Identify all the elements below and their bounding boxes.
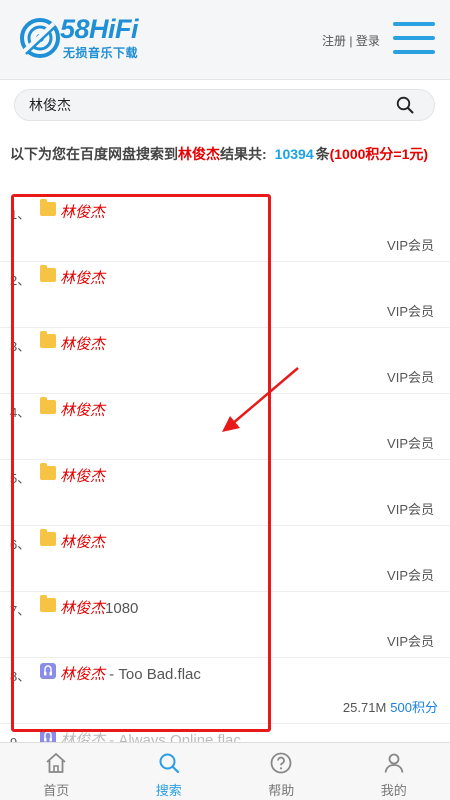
result-suffix: 1080 bbox=[105, 600, 139, 617]
result-meta: VIP会员 bbox=[387, 367, 438, 386]
hamburger-menu-icon[interactable] bbox=[393, 20, 435, 56]
result-suffix: - Too Bad.flac bbox=[105, 666, 201, 683]
bottom-nav: 首页 搜索 帮助 我的 bbox=[0, 742, 450, 800]
search-icon bbox=[159, 753, 179, 774]
result-title-link[interactable]: 林俊杰 bbox=[60, 333, 105, 354]
result-keyword: 林俊杰 bbox=[60, 204, 106, 221]
result-row[interactable]: 8、 林俊杰 - Too Bad.flac 25.71M 500积分 bbox=[0, 658, 450, 724]
result-row[interactable]: 2、 林俊杰 VIP会员 bbox=[0, 262, 450, 328]
summary-unit: 条 bbox=[315, 146, 330, 162]
help-icon bbox=[270, 752, 292, 774]
result-row[interactable]: 3、 林俊杰 VIP会员 bbox=[0, 328, 450, 394]
logo-title: 58HiFi bbox=[60, 14, 139, 44]
result-index: 5、 bbox=[10, 471, 31, 486]
result-index: 8、 bbox=[10, 669, 31, 684]
result-tag: 25.71M bbox=[342, 700, 387, 715]
search-input[interactable] bbox=[29, 90, 389, 120]
result-meta: VIP会员 bbox=[387, 499, 438, 518]
nav-item-search[interactable]: 搜索 bbox=[113, 743, 226, 800]
result-title-link[interactable]: 林俊杰 bbox=[60, 399, 105, 420]
folder-icon bbox=[40, 199, 56, 216]
nav-label: 搜索 bbox=[155, 783, 182, 798]
result-title-link[interactable]: 林俊杰 - Too Bad.flac bbox=[60, 663, 201, 684]
result-index: 1、 bbox=[10, 207, 31, 222]
result-title-link[interactable]: 林俊杰 bbox=[60, 267, 105, 288]
result-row[interactable]: 1、 林俊杰 VIP会员 bbox=[0, 196, 450, 262]
result-meta: VIP会员 bbox=[387, 433, 438, 452]
result-meta: VIP会员 bbox=[387, 565, 438, 584]
folder-icon bbox=[40, 397, 56, 414]
nav-item-help[interactable]: 帮助 bbox=[225, 743, 338, 800]
folder-icon bbox=[40, 529, 56, 546]
auth-separator: | bbox=[346, 34, 356, 48]
result-row[interactable]: 6、 林俊杰 VIP会员 bbox=[0, 526, 450, 592]
nav-item-home[interactable]: 首页 bbox=[0, 743, 113, 800]
search-bar bbox=[14, 89, 435, 121]
folder-icon bbox=[40, 595, 56, 612]
nav-label: 我的 bbox=[380, 783, 407, 798]
site-logo[interactable]: 58HiFi 无损音乐下载 bbox=[18, 12, 148, 68]
auth-links: 注册 | 登录 bbox=[322, 32, 380, 49]
result-meta: VIP会员 bbox=[387, 631, 438, 650]
result-meta: VIP会员 bbox=[387, 235, 438, 254]
result-count: 10394 bbox=[274, 146, 314, 162]
result-keyword: 林俊杰 bbox=[60, 402, 106, 419]
folder-icon bbox=[40, 331, 56, 348]
folder-icon bbox=[40, 265, 56, 282]
summary-prefix: 以下为您在百度网盘搜索到 bbox=[10, 146, 178, 162]
nav-label: 首页 bbox=[43, 783, 70, 798]
result-keyword: 林俊杰 bbox=[60, 600, 106, 617]
result-row[interactable]: 4、 林俊杰 VIP会员 bbox=[0, 394, 450, 460]
result-tag: VIP会员 bbox=[387, 568, 434, 583]
result-tag: VIP会员 bbox=[387, 304, 434, 319]
result-index: 2、 bbox=[10, 273, 31, 288]
result-tag: VIP会员 bbox=[387, 238, 434, 253]
result-row[interactable]: 7、 林俊杰1080 VIP会员 bbox=[0, 592, 450, 658]
search-summary: 以下为您在百度网盘搜索到林俊杰结果共: 10394 条(1000积分=1元) bbox=[10, 142, 440, 166]
result-index: 4、 bbox=[10, 405, 31, 420]
audio-file-icon bbox=[40, 663, 56, 679]
result-meta: VIP会员 bbox=[387, 301, 438, 320]
result-meta: 25.71M 500积分 bbox=[343, 697, 438, 716]
result-tag: VIP会员 bbox=[387, 502, 434, 517]
header: 58HiFi 无损音乐下载 注册 | 登录 bbox=[0, 0, 450, 80]
register-link[interactable]: 注册 bbox=[322, 34, 346, 48]
logo-subtitle: 无损音乐下载 bbox=[63, 46, 139, 60]
summary-middle: 结果共: bbox=[220, 146, 267, 162]
login-link[interactable]: 登录 bbox=[356, 34, 380, 48]
result-keyword: 林俊杰 bbox=[60, 336, 106, 353]
result-tag: VIP会员 bbox=[387, 370, 434, 385]
search-icon[interactable] bbox=[396, 96, 414, 114]
result-tag: VIP会员 bbox=[387, 634, 434, 649]
result-tag: VIP会员 bbox=[387, 436, 434, 451]
result-title-link[interactable]: 林俊杰1080 bbox=[60, 597, 138, 618]
result-keyword: 林俊杰 bbox=[60, 270, 106, 287]
result-keyword: 林俊杰 bbox=[60, 534, 106, 551]
result-row[interactable]: 5、 林俊杰 VIP会员 bbox=[0, 460, 450, 526]
result-points: 500积分 bbox=[390, 700, 438, 715]
summary-keyword: 林俊杰 bbox=[178, 146, 220, 162]
nav-item-user[interactable]: 我的 bbox=[338, 743, 450, 800]
points-rate: (1000积分=1元) bbox=[329, 146, 429, 162]
result-title-link[interactable]: 林俊杰 bbox=[60, 201, 105, 222]
result-keyword: 林俊杰 bbox=[60, 666, 106, 683]
logo-disc-icon bbox=[20, 18, 60, 58]
result-index: 6、 bbox=[10, 537, 31, 552]
results-list: 1、 林俊杰 VIP会员 2、 林俊杰 VIP会员 3、 林俊杰 VIP会员 4、 林俊杰 VIP会员… bbox=[0, 196, 450, 790]
result-index: 7、 bbox=[10, 603, 31, 618]
home-icon bbox=[46, 753, 66, 773]
folder-icon bbox=[40, 463, 56, 480]
result-index: 3、 bbox=[10, 339, 31, 354]
nav-label: 帮助 bbox=[268, 783, 295, 798]
user-icon bbox=[384, 753, 404, 773]
result-title-link[interactable]: 林俊杰 bbox=[60, 531, 105, 552]
result-title-link[interactable]: 林俊杰 bbox=[60, 465, 105, 486]
result-keyword: 林俊杰 bbox=[60, 468, 106, 485]
